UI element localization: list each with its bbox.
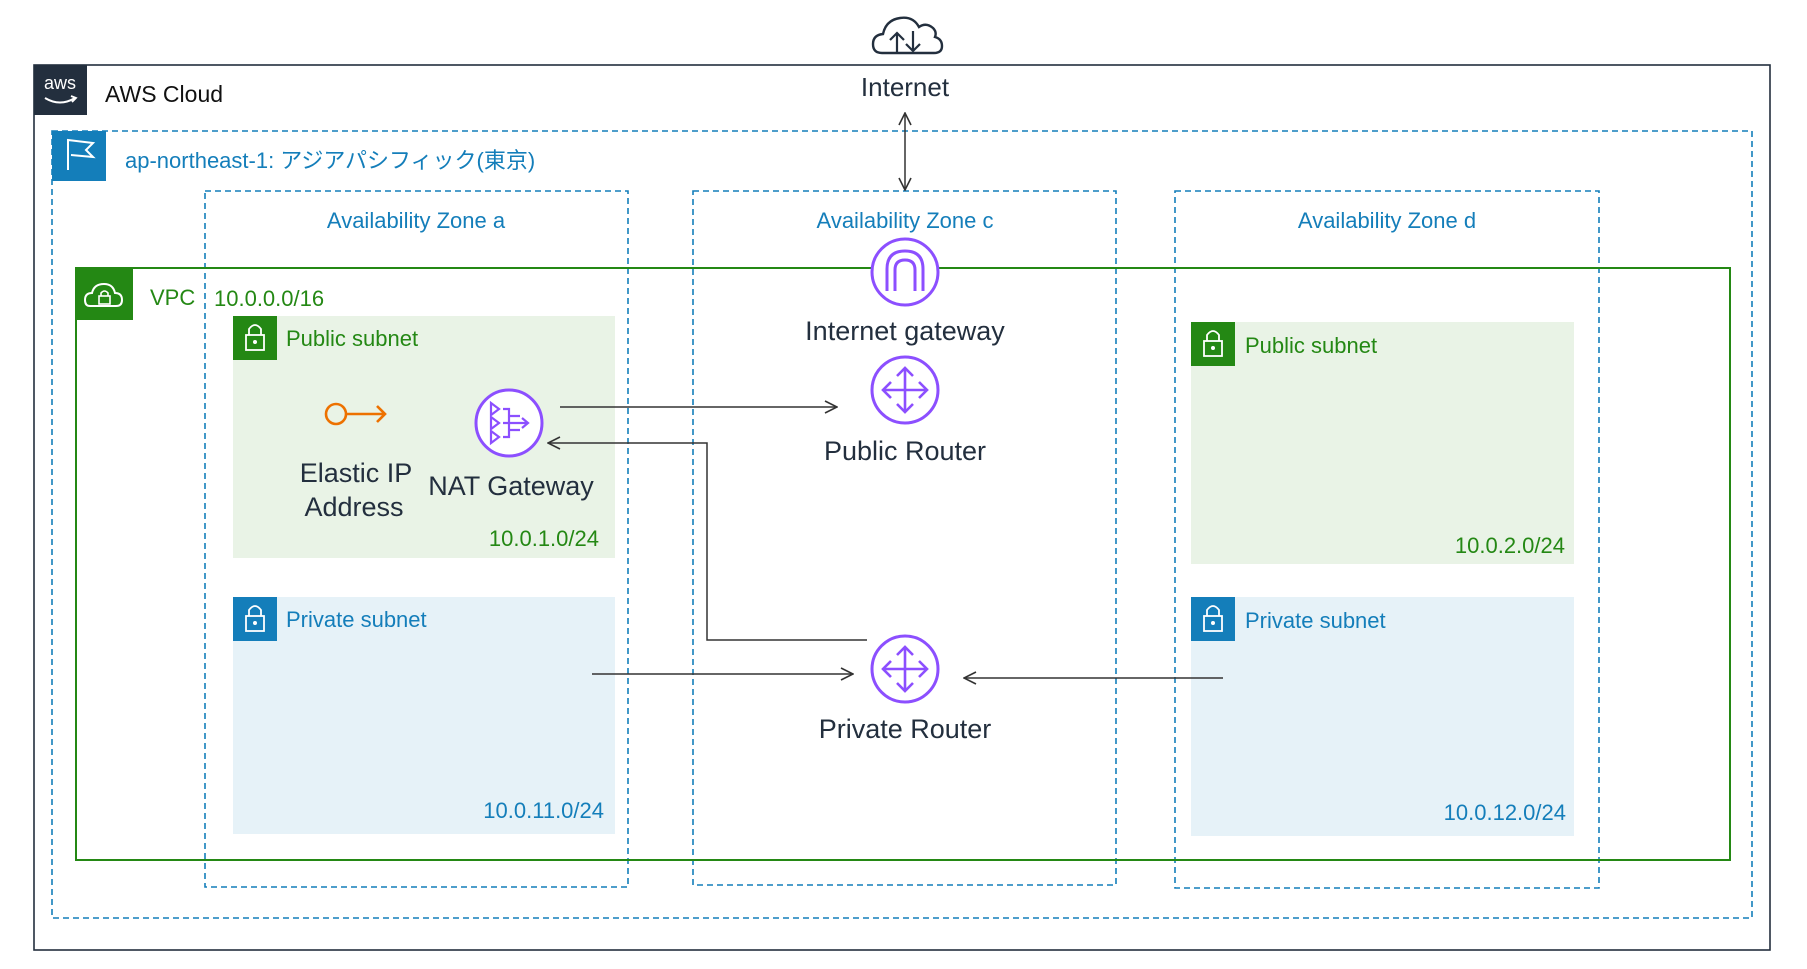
zone-c-label: Availability Zone c [817,208,994,233]
private-subnet-d-label: Private subnet [1245,608,1386,633]
region-flag-icon [52,131,106,181]
public-subnet-a-cidr: 10.0.1.0/24 [489,526,599,551]
public-router-icon [870,355,940,425]
private-subnet-a: Private subnet 10.0.11.0/24 [233,597,615,834]
architecture-diagram: aws AWS Cloud ap-northeast-1: アジアパシフィック(… [33,16,1771,951]
region-label: ap-northeast-1: アジアパシフィック(東京) [125,148,535,173]
internet-label: Internet [861,72,950,102]
internet-gateway-icon [870,237,940,307]
public-subnet-d-lock-icon [1191,322,1235,366]
public-subnet-a-label: Public subnet [286,326,418,351]
internet-gateway-node: Internet gateway [805,237,1005,346]
zone-a-label: Availability Zone a [327,208,506,233]
aws-logo: aws [34,65,87,115]
aws-logo-text: aws [44,73,76,93]
private-router-icon [870,634,940,704]
nat-gateway-icon [474,388,544,458]
public-subnet-d-cidr: 10.0.2.0/24 [1455,533,1565,558]
public-subnet-a: Public subnet 10.0.1.0/24 [233,316,615,558]
public-router-label: Public Router [824,436,986,466]
internet-gateway-label: Internet gateway [805,316,1005,346]
private-subnet-a-cidr: 10.0.11.0/24 [483,798,604,823]
public-subnet-d-label: Public subnet [1245,333,1377,358]
vpc-cloud-lock-icon [76,268,133,320]
private-subnet-a-label: Private subnet [286,607,427,632]
internet-node: Internet [861,16,950,102]
nat-gateway-label: NAT Gateway [428,471,594,501]
public-router-node: Public Router [824,355,986,466]
public-subnet-a-lock-icon [233,316,277,360]
internet-cloud-icon [871,16,944,55]
private-subnet-d-lock-icon [1191,597,1235,641]
private-router-node: Private Router [819,634,992,744]
public-subnet-d: Public subnet 10.0.2.0/24 [1191,322,1574,564]
private-subnet-d-cidr: 10.0.12.0/24 [1444,800,1566,825]
zone-d-label: Availability Zone d [1298,208,1476,233]
vpc-label: VPC [150,285,195,310]
private-subnet-a-lock-icon [233,597,277,641]
private-subnet-d: Private subnet 10.0.12.0/24 [1191,597,1574,836]
elastic-ip-label-line1: Elastic IP [300,458,413,488]
elastic-ip-label-line2: Address [304,492,403,522]
private-router-label: Private Router [819,714,992,744]
aws-cloud-label: AWS Cloud [105,81,223,107]
vpc-cidr: 10.0.0.0/16 [214,286,324,311]
